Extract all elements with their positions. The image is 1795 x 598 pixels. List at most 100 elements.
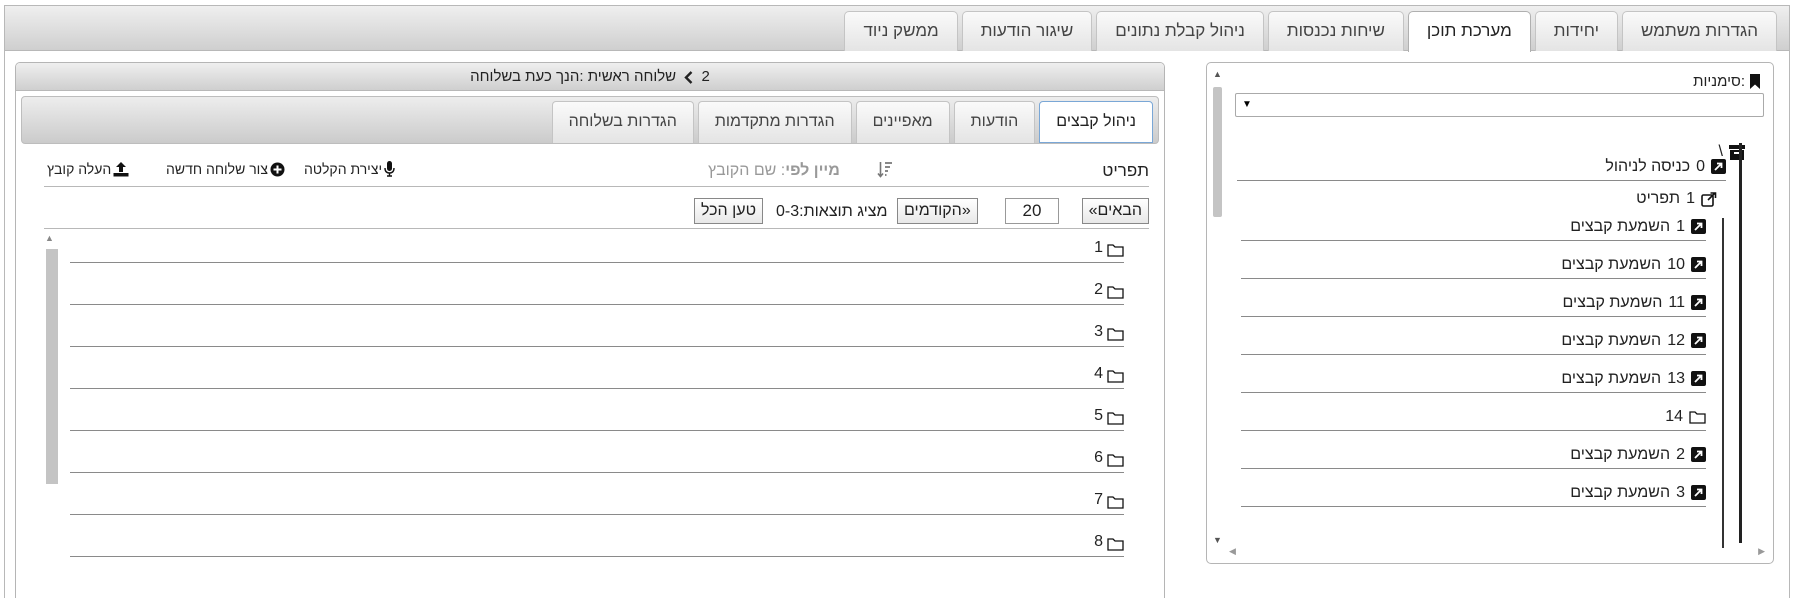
dropdown-arrow-icon: ▼ bbox=[1242, 99, 1252, 110]
external-box-icon bbox=[1691, 295, 1706, 310]
file-list-scrollbar[interactable]: ▲ bbox=[44, 233, 58, 598]
upload-file-button[interactable]: העלה קובץ bbox=[47, 161, 129, 177]
file-list: ▲ 1 2 3 4 5 6 7 8 bbox=[44, 233, 1149, 598]
folder-icon bbox=[1107, 328, 1124, 341]
file-row[interactable]: 5 bbox=[70, 401, 1124, 431]
create-recording-button[interactable]: יצירת הקלטה bbox=[304, 161, 395, 177]
tab-porting-interface[interactable]: ממשק ניוד bbox=[844, 11, 958, 51]
microphone-icon bbox=[384, 161, 395, 177]
file-row[interactable]: 8 bbox=[70, 527, 1124, 557]
tree-item-label: השמעת קבצים bbox=[1561, 331, 1662, 349]
folder-icon bbox=[1107, 370, 1124, 383]
tab-advanced-settings[interactable]: הגדרות מתקדמות bbox=[697, 101, 852, 143]
tree-item-num: 12 bbox=[1667, 331, 1685, 349]
tab-message-dispatch[interactable]: שיגור הודעות bbox=[961, 11, 1093, 51]
file-row[interactable]: 3 bbox=[70, 317, 1124, 347]
scroll-up-icon[interactable]: ▲ bbox=[1211, 69, 1224, 79]
tree-item-num: 11 bbox=[1668, 293, 1685, 311]
folder-icon bbox=[1107, 286, 1124, 299]
file-row[interactable]: 7 bbox=[70, 485, 1124, 515]
external-link-icon bbox=[1701, 191, 1717, 207]
create-extension-button[interactable]: צור שלוחה חדשה bbox=[166, 161, 285, 177]
tab-messages[interactable]: הודעות bbox=[953, 101, 1036, 143]
tree-item[interactable]: 13 השמעת קבצים bbox=[1241, 365, 1706, 393]
file-name: 1 bbox=[1094, 239, 1103, 256]
next-page-button[interactable]: «הבאים bbox=[1081, 198, 1149, 224]
external-box-icon bbox=[1691, 447, 1706, 462]
prev-page-button[interactable]: הקודמים» bbox=[897, 198, 978, 224]
tree-scroll-thumb[interactable] bbox=[1213, 87, 1222, 217]
chevron-left-icon bbox=[684, 70, 693, 84]
tree-item[interactable]: 3 השמעת קבצים bbox=[1241, 479, 1706, 507]
file-row[interactable]: 2 bbox=[70, 275, 1124, 305]
file-row[interactable]: 4 bbox=[70, 359, 1124, 389]
tree-item-num: 0 bbox=[1696, 157, 1705, 175]
main-tab-bar: הגדרות משתמש יחידות מערכת תוכן שיחות נכנ… bbox=[5, 6, 1789, 52]
folder-icon bbox=[1689, 410, 1706, 424]
tree-item[interactable]: 12 השמעת קבצים bbox=[1241, 327, 1706, 355]
sort-label: מיין לפי bbox=[785, 162, 840, 179]
folder-icon bbox=[1107, 412, 1124, 425]
sort-icon[interactable] bbox=[877, 161, 893, 178]
upload-file-label: העלה קובץ bbox=[47, 161, 112, 177]
tree-item[interactable]: 0 כניסה לניהול bbox=[1237, 153, 1726, 181]
current-extension-prefix: הנך כעת בשלוחה: bbox=[470, 68, 584, 85]
tree-horizontal-scrollbar[interactable]: ◀ ▶ bbox=[1227, 546, 1767, 559]
load-all-button[interactable]: טען הכל bbox=[694, 198, 764, 224]
external-box-icon bbox=[1691, 219, 1706, 234]
sort-value: : שם הקובץ bbox=[708, 162, 786, 179]
pagination-bar: «הבאים 20 הקודמים» מציג תוצאות:0-3 טען ה… bbox=[44, 191, 1149, 229]
app-root: הגדרות משתמש יחידות מערכת תוכן שיחות נכנ… bbox=[0, 0, 1795, 598]
tree-item-num: 13 bbox=[1667, 369, 1685, 387]
tree-guide-line-nested bbox=[1722, 218, 1724, 548]
scroll-down-icon[interactable]: ▼ bbox=[1211, 535, 1224, 545]
tab-incoming-calls[interactable]: שיחות נכנסות bbox=[1267, 11, 1404, 51]
tree-item[interactable]: 14 bbox=[1241, 403, 1706, 431]
sub-tabs: ניהול קבצים הודעות מאפיינים הגדרות מתקדמ… bbox=[551, 101, 1153, 143]
tree-item-num: 2 bbox=[1676, 445, 1685, 463]
scroll-up-icon[interactable]: ▲ bbox=[45, 233, 54, 243]
tree-item-label: כניסה לניהול bbox=[1605, 157, 1691, 175]
scroll-right-icon[interactable]: ▶ bbox=[1758, 546, 1765, 557]
sort-control[interactable]: מיין לפי: שם הקובץ bbox=[708, 162, 840, 180]
scroll-left-icon[interactable]: ◀ bbox=[1229, 546, 1236, 557]
file-list-scroll-thumb[interactable] bbox=[46, 249, 58, 484]
file-row[interactable]: 6 bbox=[70, 443, 1124, 473]
breadcrumb-root[interactable]: שלוחה ראשית bbox=[588, 63, 676, 91]
tab-data-collection[interactable]: ניהול קבלת נתונים bbox=[1096, 11, 1264, 51]
tab-extension-settings[interactable]: הגדרות בשלוחה bbox=[551, 101, 694, 143]
folder-icon bbox=[1107, 454, 1124, 467]
file-manager-panel: הנך כעת בשלוחה: שלוחה ראשית 2 ניהול קבצי… bbox=[15, 62, 1165, 598]
tree-item[interactable]: 2 השמעת קבצים bbox=[1241, 441, 1706, 469]
tree-item-label: השמעת קבצים bbox=[1562, 293, 1663, 311]
file-name: 8 bbox=[1094, 533, 1103, 550]
create-recording-label: יצירת הקלטה bbox=[304, 161, 383, 177]
tab-file-management[interactable]: ניהול קבצים bbox=[1039, 101, 1153, 143]
page-size-input[interactable]: 20 bbox=[1005, 198, 1059, 224]
external-box-icon bbox=[1691, 485, 1706, 500]
tree-item[interactable]: 11 השמעת קבצים bbox=[1241, 289, 1706, 317]
file-name: 4 bbox=[1094, 365, 1103, 382]
tree-item-label: השמעת קבצים bbox=[1570, 483, 1671, 501]
file-name: 6 bbox=[1094, 449, 1103, 466]
tree-item[interactable]: 1 השמעת קבצים bbox=[1241, 213, 1706, 241]
file-name: 5 bbox=[1094, 407, 1103, 424]
file-row[interactable]: 1 bbox=[70, 233, 1124, 263]
tree-item-label: השמעת קבצים bbox=[1561, 369, 1662, 387]
tree-item[interactable]: 10 השמעת קבצים bbox=[1241, 251, 1706, 279]
tree-item[interactable]: 1 תפריט bbox=[1237, 185, 1717, 213]
tab-units[interactable]: יחידות bbox=[1534, 11, 1619, 51]
bookmarks-select[interactable]: ▼ bbox=[1235, 93, 1764, 117]
tree-item-label: השמעת קבצים bbox=[1570, 445, 1671, 463]
tab-user-settings[interactable]: הגדרות משתמש bbox=[1622, 11, 1777, 51]
upload-icon bbox=[113, 161, 129, 176]
bookmarks-label: סימניות: bbox=[1693, 73, 1745, 90]
folder-icon bbox=[1107, 496, 1124, 509]
tab-properties[interactable]: מאפיינים bbox=[855, 101, 950, 143]
tab-content-system[interactable]: מערכת תוכן bbox=[1407, 11, 1531, 52]
folder-icon bbox=[1107, 538, 1124, 551]
sub-tab-bar: ניהול קבצים הודעות מאפיינים הגדרות מתקדמ… bbox=[21, 96, 1159, 144]
results-range-text: מציג תוצאות:0-3 bbox=[776, 203, 888, 220]
tree-vertical-scrollbar[interactable]: ▲ ▼ bbox=[1211, 69, 1224, 547]
current-extension-header: הנך כעת בשלוחה: שלוחה ראשית 2 bbox=[16, 63, 1164, 91]
